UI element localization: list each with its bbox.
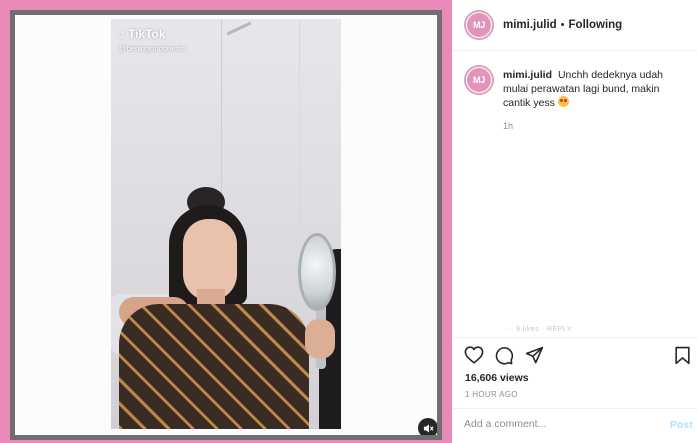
- wall-seam: [299, 19, 300, 259]
- avatar-initials: MJ: [467, 68, 491, 92]
- post-header: MJ mimi.julid • Following: [452, 0, 697, 51]
- star-struck-emoji-icon: [557, 96, 569, 107]
- like-button[interactable]: [464, 345, 484, 365]
- comment-meta-remnant: ··· 9 likes · REPLY: [505, 326, 572, 333]
- video-player[interactable]: ♪ TikTok @beningsindonesia: [111, 19, 341, 429]
- comment-icon: [495, 346, 513, 365]
- following-button[interactable]: Following: [569, 19, 623, 31]
- media-border: ♪ TikTok @beningsindonesia: [10, 10, 442, 440]
- caption-text: mimi.julid Unchh dedeknya udah mulai per…: [503, 68, 687, 110]
- bookmark-icon: [674, 346, 690, 364]
- comment-button[interactable]: [494, 345, 514, 365]
- share-button[interactable]: [524, 345, 544, 365]
- comment-divider: [452, 408, 697, 409]
- heart-icon: [464, 346, 484, 364]
- caption-username[interactable]: mimi.julid: [503, 69, 552, 81]
- caption-relative-time[interactable]: 1h: [503, 121, 513, 131]
- post-timestamp[interactable]: 1 HOUR AGO: [465, 390, 518, 399]
- avatar[interactable]: MJ: [464, 10, 494, 40]
- post-details-panel: MJ mimi.julid • Following MJ mimi.julid …: [452, 0, 697, 443]
- tiktok-brand: TikTok: [128, 27, 166, 41]
- actions-divider: [452, 337, 697, 338]
- comment-input[interactable]: [464, 418, 654, 430]
- caption: MJ mimi.julid Unchh dedeknya udah mulai …: [464, 65, 689, 110]
- avatar-initials: MJ: [467, 13, 491, 37]
- post-image[interactable]: ♪ TikTok @beningsindonesia: [15, 15, 437, 435]
- tiktok-note-icon: ♪: [119, 27, 125, 41]
- separator-dot: •: [560, 19, 565, 31]
- muted-speaker-icon: [423, 423, 434, 433]
- mute-button[interactable]: [418, 418, 437, 435]
- post-comment-button[interactable]: Post: [670, 419, 693, 431]
- share-icon: [525, 346, 543, 363]
- tiktok-watermark: ♪ TikTok: [119, 27, 166, 41]
- tiktok-handle: @beningsindonesia: [119, 44, 185, 53]
- person-hand: [305, 319, 335, 359]
- media-frame: ♪ TikTok @beningsindonesia: [0, 0, 452, 443]
- person-top: [119, 304, 309, 429]
- ceiling-light: [226, 21, 252, 36]
- save-button[interactable]: [672, 345, 692, 365]
- caption-avatar[interactable]: MJ: [464, 65, 494, 95]
- view-count[interactable]: 16,606 views: [465, 372, 529, 384]
- header-username[interactable]: mimi.julid: [503, 19, 557, 31]
- hand-mirror: [298, 233, 336, 311]
